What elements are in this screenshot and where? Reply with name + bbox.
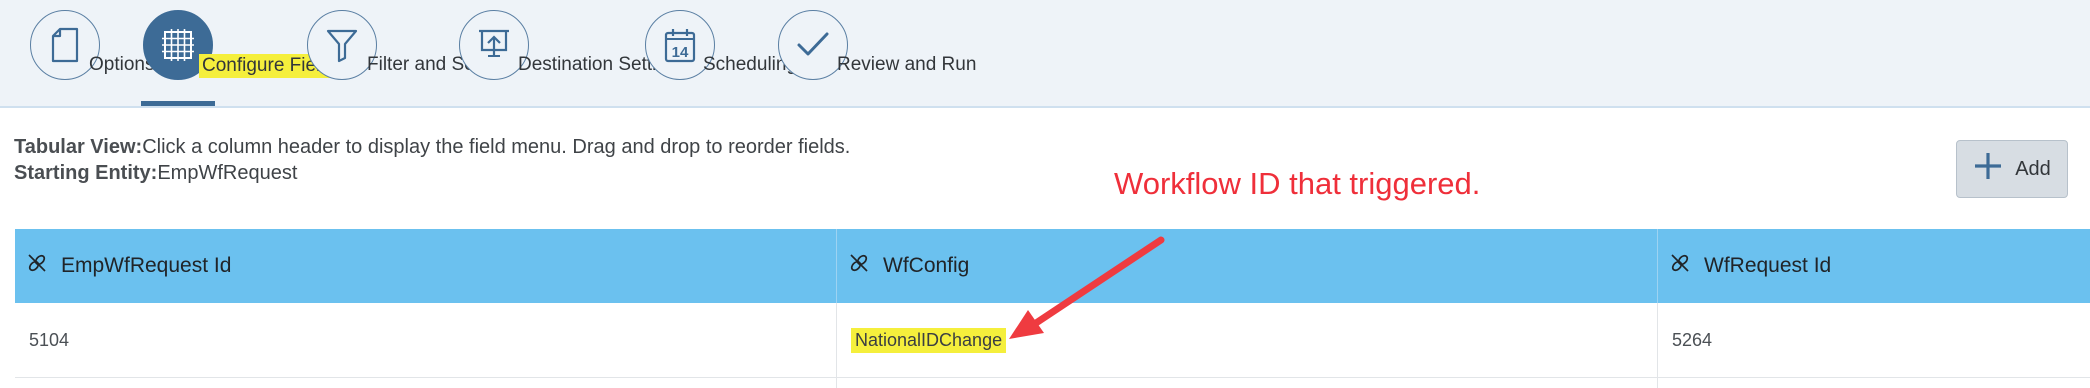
unlink-icon: [27, 253, 47, 279]
tabular-view-text: Click a column header to display the fie…: [142, 136, 851, 158]
column-header-wfconfig[interactable]: WfConfig: [836, 229, 1657, 303]
unlink-icon: [1670, 253, 1690, 279]
column-header-label: WfRequest Id: [1704, 254, 1832, 277]
table-cell: 5104: [29, 329, 70, 350]
fields-table: EmpWfRequest Id WfConfig WfRequest Id 51…: [15, 229, 2090, 388]
tabular-view-label: Tabular View:: [14, 136, 143, 158]
column-divider: [1657, 378, 1658, 388]
tabular-view-line: Tabular View:Click a column header to di…: [14, 134, 850, 160]
column-header-label: EmpWfRequest Id: [61, 254, 232, 277]
table-header: EmpWfRequest Id WfConfig WfRequest Id: [15, 229, 2090, 303]
table-cell: 5264: [1657, 303, 2090, 377]
column-header-label: WfConfig: [883, 254, 970, 277]
table-cell: NationalIDChange: [836, 303, 1657, 377]
annotation-text: Workflow ID that triggered.: [1114, 166, 1481, 201]
starting-entity-label: Starting Entity:: [14, 162, 158, 184]
plus-icon: [1973, 151, 2003, 187]
starting-entity-value: EmpWfRequest: [157, 162, 298, 184]
add-button[interactable]: Add: [1956, 140, 2068, 198]
add-button-label: Add: [2015, 157, 2051, 180]
table-row: 5104 NationalIDChange 5264: [15, 303, 2090, 378]
wizard-header: Options Configure Fields Filter and Sort: [0, 0, 2090, 108]
step-label: Review and Run: [837, 54, 977, 75]
column-header-wfrequest-id[interactable]: WfRequest Id: [1657, 229, 2090, 303]
column-header-empwfrequest-id[interactable]: EmpWfRequest Id: [15, 229, 836, 303]
column-divider: [836, 378, 837, 388]
starting-entity-line: Starting Entity:EmpWfRequest: [14, 160, 850, 186]
active-step-indicator: [141, 101, 215, 106]
info-panel: Tabular View:Click a column header to di…: [14, 134, 850, 186]
unlink-icon: [849, 253, 869, 279]
calendar-day-text: 14: [672, 44, 689, 61]
highlighted-cell-value: NationalIDChange: [851, 327, 1007, 353]
table-row-partial: [15, 378, 2090, 388]
